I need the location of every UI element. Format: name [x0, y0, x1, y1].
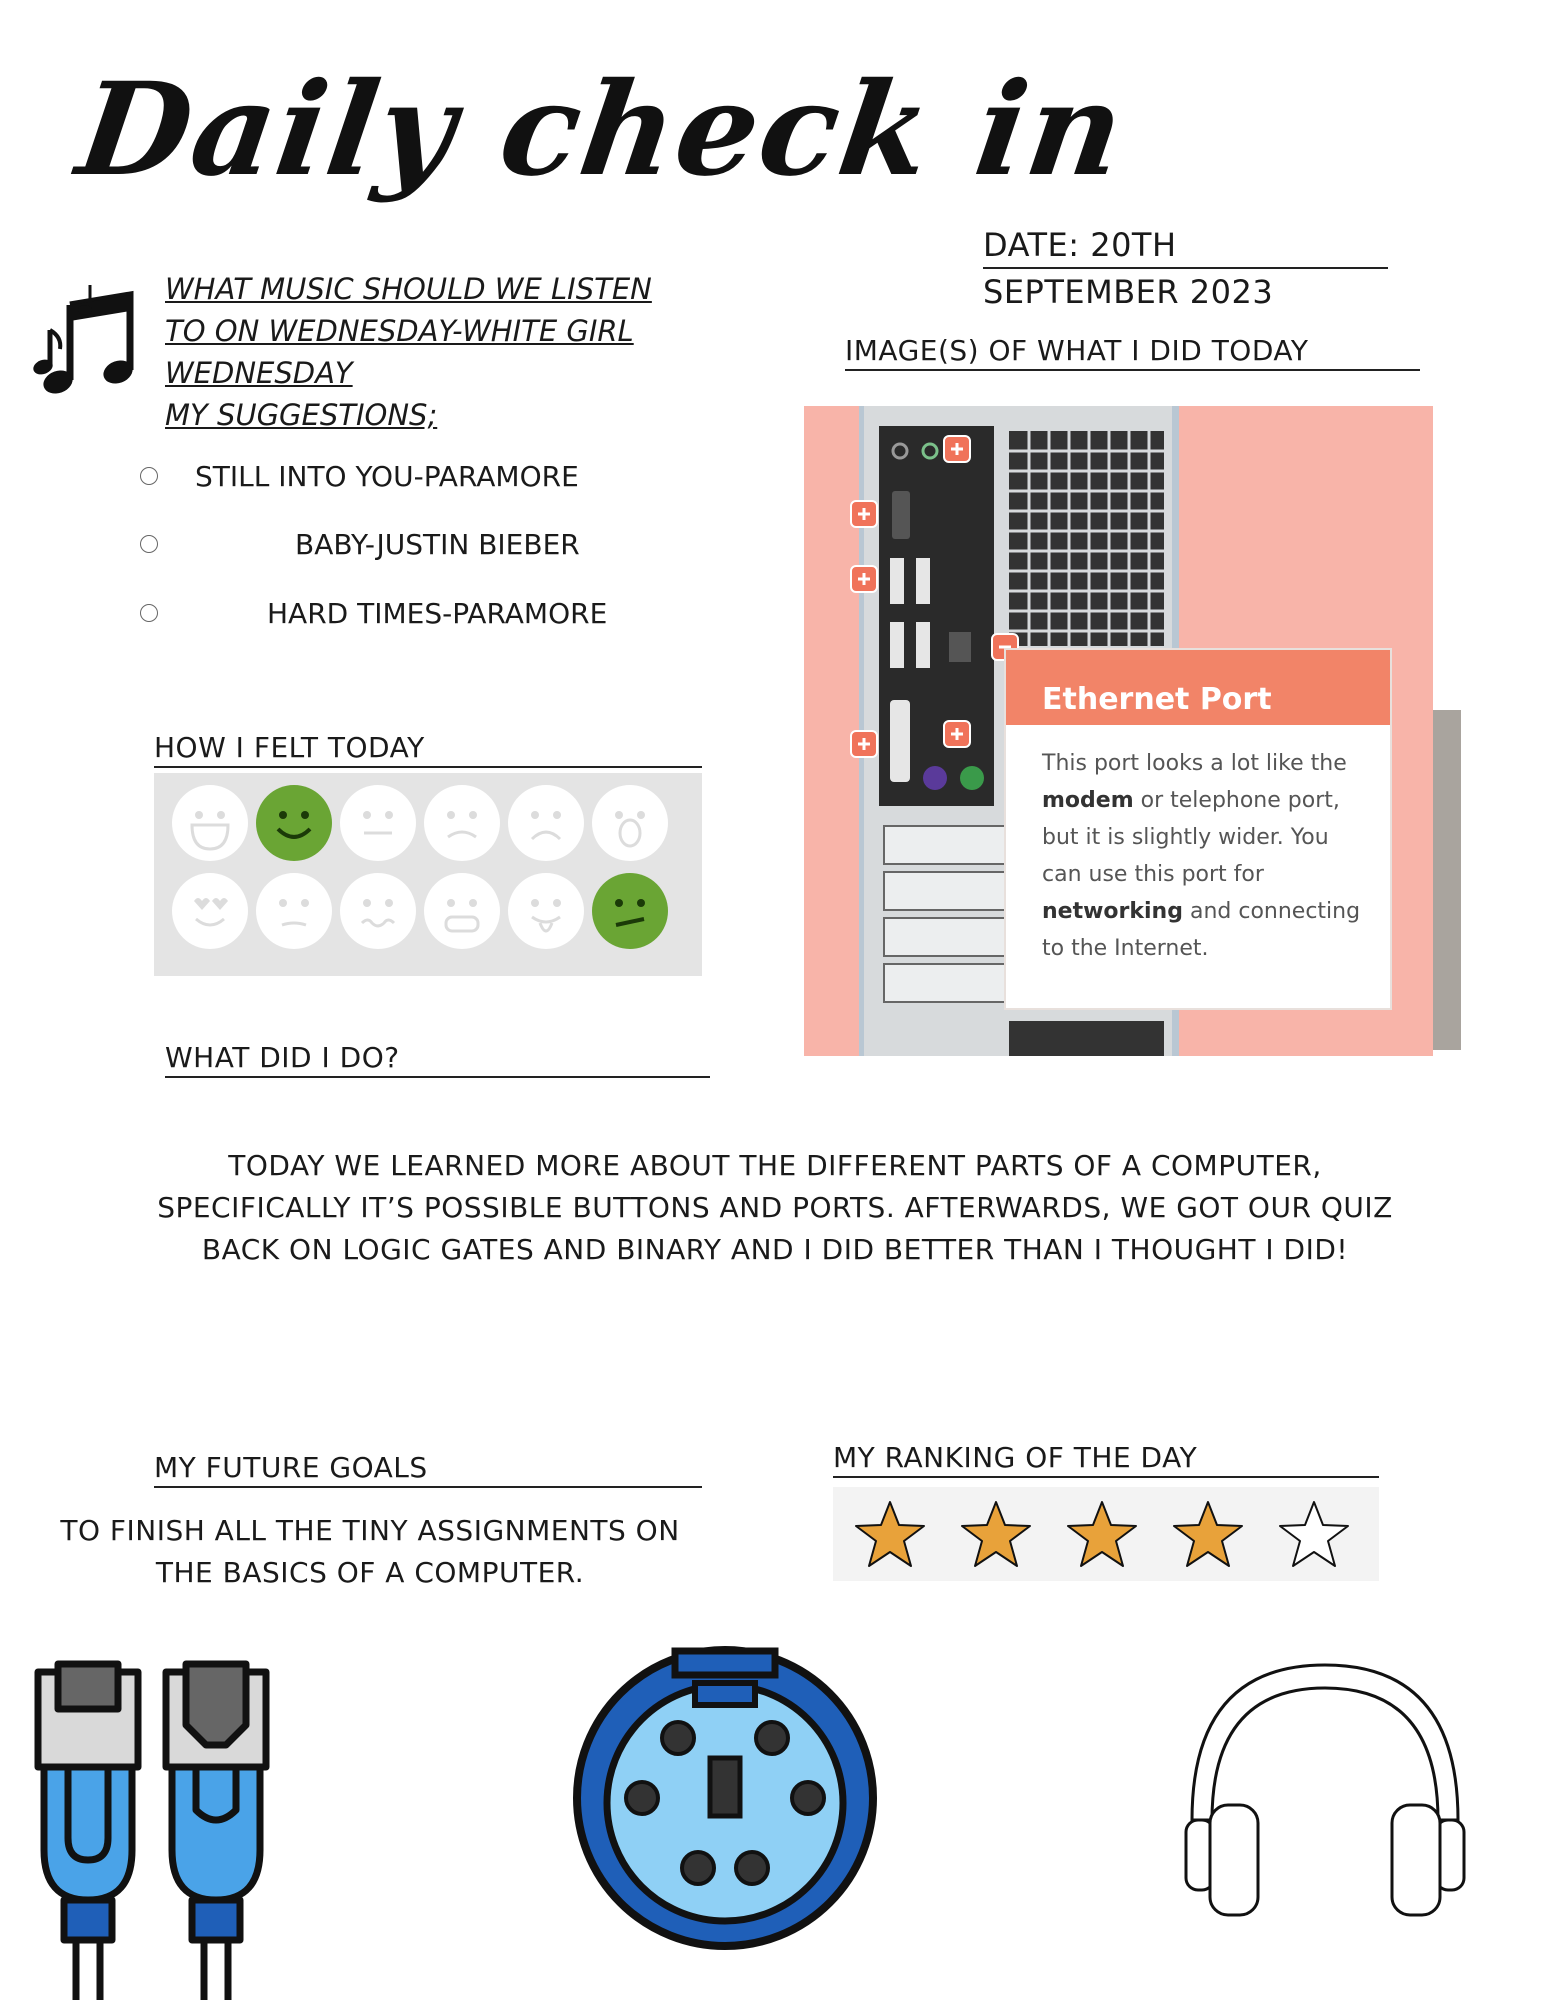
music-question-line-4: MY SUGGESTIONS; — [165, 398, 438, 432]
radio-button[interactable] — [140, 467, 158, 485]
radio-button[interactable] — [140, 535, 158, 553]
star-1[interactable] — [853, 1499, 927, 1569]
mood-face-love[interactable] — [172, 873, 248, 949]
song-option[interactable]: STILL INTO YOU-PARAMORE — [140, 457, 700, 497]
ranking-heading: MY RANKING OF THE DAY — [833, 1440, 1379, 1478]
music-question-line-2: TO ON WEDNESDAY-WHITE GIRL — [165, 314, 634, 348]
computer-ports-photo: Ethernet Port This port looks a lot like… — [804, 406, 1433, 1056]
mood-face-neutral[interactable] — [340, 785, 416, 861]
page-title: Daily check in — [69, 55, 1134, 205]
what-did-i-do-text: TODAY WE LEARNED MORE ABOUT THE DIFFEREN… — [157, 1149, 1393, 1266]
popup-title: Ethernet Port — [1006, 650, 1390, 725]
music-question-line-1: WHAT MUSIC SHOULD WE LISTEN — [165, 272, 652, 306]
music-question-line-3: WEDNESDAY — [165, 356, 353, 390]
goals-line: THE BASICS OF A COMPUTER. — [155, 1556, 585, 1589]
popup-text: and connecting — [1182, 899, 1361, 924]
popup-line: modem or telephone port, — [1042, 782, 1366, 819]
mood-face-wavy[interactable] — [340, 873, 416, 949]
goals-line: TO FINISH ALL THE TINY ASSIGNMENTS ON — [60, 1514, 680, 1547]
ps2-port-icon — [570, 1643, 880, 1953]
music-question: WHAT MUSIC SHOULD WE LISTEN TO ON WEDNES… — [165, 268, 705, 436]
radio-button[interactable] — [140, 604, 158, 622]
popup-text: or telephone port, — [1133, 788, 1340, 813]
popup-line: to the Internet. — [1042, 936, 1209, 961]
mood-face-uneasy[interactable] — [592, 873, 668, 949]
popup-line: can use this port for — [1042, 862, 1264, 887]
popup-line: networking and connecting — [1042, 893, 1366, 930]
popup-body: This port looks a lot like the modem or … — [1006, 725, 1390, 967]
music-notes-icon — [30, 285, 140, 405]
mood-face-angry[interactable] — [424, 873, 500, 949]
star-5[interactable] — [1277, 1499, 1351, 1569]
photo-edge — [1433, 710, 1461, 1050]
mood-face-skeptical[interactable] — [256, 873, 332, 949]
mood-face-shocked[interactable] — [592, 785, 668, 861]
song-option[interactable]: HARD TIMES-PARAMORE — [140, 594, 700, 634]
goals-heading: MY FUTURE GOALS — [154, 1450, 702, 1488]
song-label: BABY-JUSTIN BIEBER — [295, 528, 580, 561]
song-label: STILL INTO YOU-PARAMORE — [195, 460, 579, 493]
song-label: HARD TIMES-PARAMORE — [267, 597, 608, 630]
mood-picker — [154, 773, 702, 976]
popup-bold: modem — [1042, 788, 1134, 813]
song-option[interactable]: BABY-JUSTIN BIEBER — [140, 525, 700, 565]
star-2[interactable] — [959, 1499, 1033, 1569]
images-heading: IMAGE(S) OF WHAT I DID TODAY — [845, 333, 1420, 371]
ethernet-cables-icon — [30, 1660, 280, 2000]
popup-line: but it is slightly wider. You — [1042, 825, 1329, 850]
goals-text: TO FINISH ALL THE TINY ASSIGNMENTS ON TH… — [30, 1510, 710, 1594]
star-4[interactable] — [1171, 1499, 1245, 1569]
mood-face-worried[interactable] — [424, 785, 500, 861]
popup-bold: networking — [1042, 899, 1183, 924]
date-line-1: DATE: 20TH — [983, 223, 1388, 269]
ethernet-port-popup: Ethernet Port This port looks a lot like… — [1004, 648, 1392, 1010]
headphones-icon — [1180, 1660, 1470, 1920]
date-line-2: SEPTEMBER 2023 — [983, 273, 1274, 311]
mood-face-tongue[interactable] — [508, 873, 584, 949]
what-did-i-do-heading: WHAT DID I DO? — [165, 1040, 710, 1078]
mood-heading: HOW I FELT TODAY — [154, 730, 702, 768]
mood-face-smile[interactable] — [256, 785, 332, 861]
star-3[interactable] — [1065, 1499, 1139, 1569]
star-rating[interactable] — [833, 1487, 1379, 1581]
mood-face-laughing[interactable] — [172, 785, 248, 861]
mood-face-sad[interactable] — [508, 785, 584, 861]
popup-line: This port looks a lot like the — [1042, 751, 1347, 776]
